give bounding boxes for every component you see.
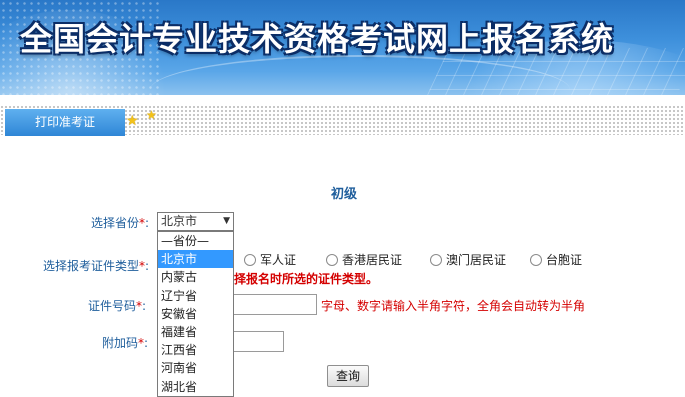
province-option[interactable]: 福建省 [158,323,233,341]
query-button[interactable]: 查询 [327,365,369,387]
header-banner: 全国会计专业技术资格考试网上报名系统 [0,0,685,95]
exam-level-heading: 初级 [331,187,358,202]
id-type-label-text: 选择报考证件类型 [43,259,140,273]
id-number-label: 证件号码*: [88,297,146,314]
radio-label: 香港居民证 [342,253,403,267]
radio-label: 军人证 [260,253,297,267]
radio-hongkong-id[interactable]: 香港居民证 [326,251,402,268]
province-select[interactable]: 北京市 ▼ [157,212,234,231]
province-option[interactable]: 河南省 [158,359,233,377]
province-option[interactable]: 辽宁省 [158,287,233,305]
label-colon: : [142,299,147,313]
tab-print-admission-ticket[interactable]: 打印准考证 [5,109,125,136]
radio-circle[interactable] [244,253,256,266]
radio-circle[interactable] [326,253,338,266]
radio-circle[interactable] [530,253,542,266]
province-option[interactable]: 江西省 [158,341,233,359]
star-icon: ★ [126,113,139,129]
label-colon: : [145,259,150,273]
province-option[interactable]: 湖北省 [158,378,233,396]
province-label: 选择省份*: [91,214,149,231]
system-title: 全国会计专业技术资格考试网上报名系统 [20,20,615,58]
id-number-label-text: 证件号码 [88,299,137,313]
chevron-down-icon: ▼ [223,216,230,226]
radio-circle[interactable] [430,253,442,266]
id-number-hint: 字母、数字请输入半角字符，全角会自动转为半角 [321,299,586,313]
captcha-input[interactable] [226,331,284,352]
province-select-value: 北京市 [161,214,198,228]
province-option[interactable]: 内蒙古 [158,268,233,286]
province-dropdown-list[interactable]: —省份— 北京市 内蒙古 辽宁省 安徽省 福建省 江西省 河南省 湖北省 [157,231,234,397]
label-colon: : [145,216,150,230]
radio-label: 澳门居民证 [446,253,507,267]
radio-taiwan-id[interactable]: 台胞证 [530,251,582,268]
id-type-label: 选择报考证件类型*: [43,257,149,274]
radio-military-id[interactable]: 军人证 [244,251,296,268]
id-type-warning: 择报名时所选的证件类型。 [234,272,379,286]
province-label-text: 选择省份 [91,216,140,230]
label-colon: : [144,336,149,350]
radio-label: 台胞证 [546,253,583,267]
captcha-label: 附加码*: [102,334,148,351]
id-number-input[interactable] [226,294,317,315]
province-option-selected[interactable]: 北京市 [158,250,233,269]
star-icon: ★ [146,108,157,122]
radio-macau-id[interactable]: 澳门居民证 [430,251,506,268]
province-option[interactable]: —省份— [158,232,233,250]
province-option[interactable]: 安徽省 [158,305,233,323]
captcha-label-text: 附加码 [102,336,139,350]
